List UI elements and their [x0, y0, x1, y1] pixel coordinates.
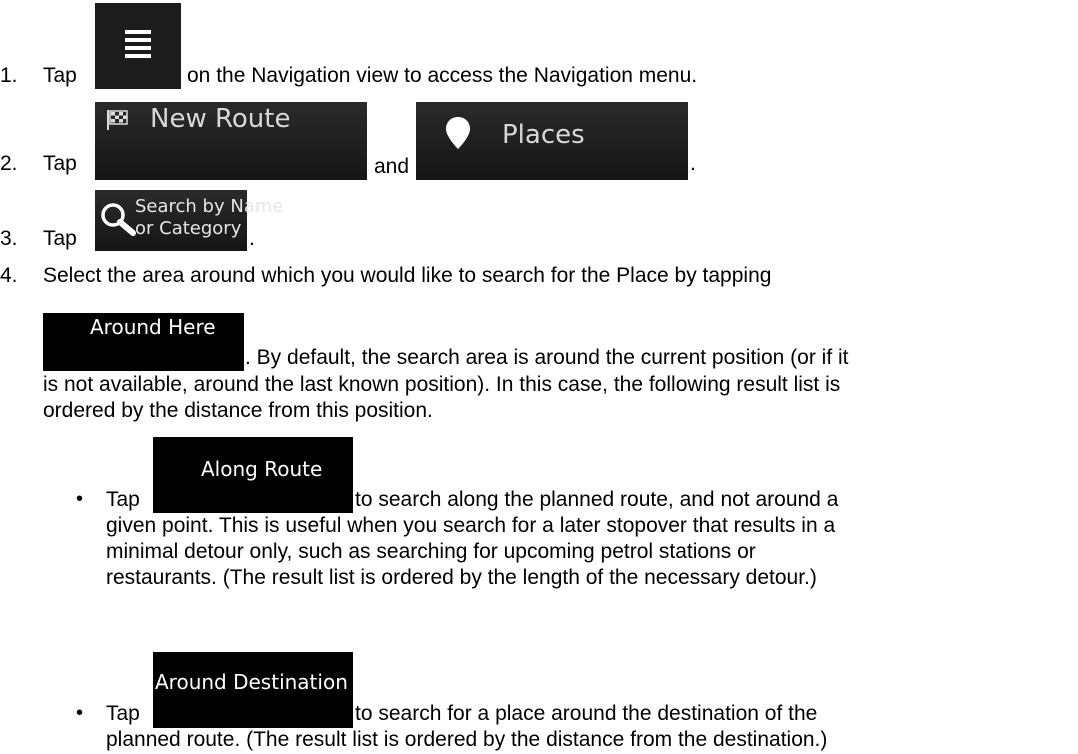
- bullet-1-tap: Tap: [106, 488, 140, 511]
- location-pin-icon: [446, 117, 470, 149]
- places-label: Places: [502, 120, 585, 150]
- bullet-1-symbol: •: [76, 488, 84, 510]
- along-route-button[interactable]: Along Route: [153, 437, 353, 513]
- bullet-1-line4: restaurants. (The result list is ordered…: [106, 566, 817, 589]
- search-label-line1: Search by Name: [135, 196, 284, 217]
- step-4-after-button: . By default, the search area is around …: [245, 346, 849, 369]
- along-route-label: Along Route: [201, 457, 323, 481]
- step-3-number: 3.: [0, 227, 18, 250]
- bullet-1-line3: minimal detour only, such as searching f…: [106, 540, 756, 563]
- step-4-line3: is not available, around the last known …: [43, 373, 841, 396]
- step-2-number: 2.: [0, 152, 18, 175]
- bullet-1-text: to search along the planned route, and n…: [355, 488, 839, 511]
- new-route-label: New Route: [150, 104, 291, 134]
- bullet-2-text: to search for a place around the destina…: [355, 702, 818, 725]
- search-label-line2: or Category: [135, 218, 242, 239]
- step-4-line4: ordered by the distance from this positi…: [43, 399, 433, 422]
- step-1-number: 1.: [0, 64, 18, 87]
- step-2-period: .: [690, 152, 696, 175]
- new-route-button[interactable]: New Route: [95, 102, 367, 180]
- around-here-label: Around Here: [90, 315, 216, 339]
- around-here-button[interactable]: Around Here: [43, 313, 244, 371]
- step-1-text: on the Navigation view to access the Nav…: [187, 64, 698, 87]
- step-3-tap: Tap: [43, 227, 77, 250]
- step-1-tap: Tap: [43, 64, 77, 87]
- step-4-line1: Select the area around which you would l…: [43, 264, 772, 287]
- step-2-and: and: [374, 155, 410, 178]
- search-by-name-button[interactable]: Search by Name or Category: [95, 190, 283, 251]
- step-3-period: .: [249, 227, 255, 250]
- step-4-number: 4.: [0, 264, 18, 287]
- checkered-flag-icon: [107, 110, 128, 130]
- bullet-2-line2: planned route. (The result list is order…: [106, 728, 828, 751]
- around-destination-button[interactable]: Around Destination: [153, 652, 353, 728]
- bullet-2-symbol: •: [76, 702, 84, 724]
- bullet-1-line2: given point. This is useful when you sea…: [106, 514, 836, 537]
- search-icon: [101, 203, 136, 236]
- bullet-2-tap: Tap: [106, 702, 140, 725]
- step-2-tap: Tap: [43, 152, 77, 175]
- places-button[interactable]: Places: [416, 102, 688, 180]
- around-destination-label: Around Destination: [155, 670, 348, 694]
- menu-icon: [125, 30, 151, 58]
- menu-button[interactable]: [95, 3, 181, 89]
